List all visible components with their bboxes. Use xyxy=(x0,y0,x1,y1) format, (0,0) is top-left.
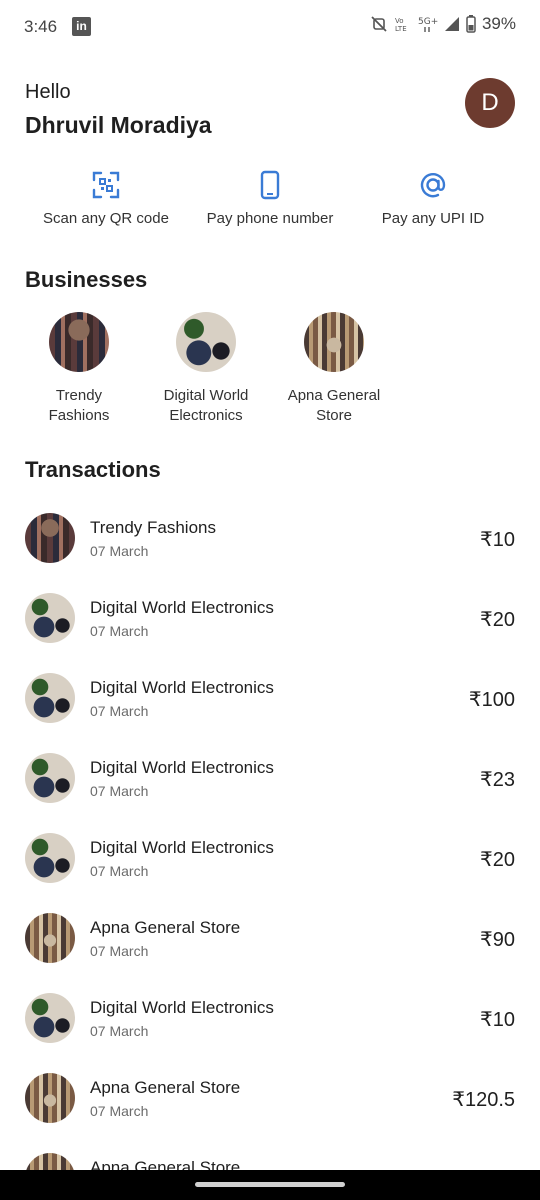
transaction-merchant-image xyxy=(25,993,75,1043)
status-bar: 3:46 in Vo LTE 5G+ 39% xyxy=(0,0,540,54)
business-item-digital-world-electronics[interactable]: Digital World Electronics xyxy=(146,312,266,426)
transaction-merchant-name: Digital World Electronics xyxy=(90,998,274,1017)
transactions-heading: Transactions xyxy=(25,457,161,482)
business-item-trendy-fashions[interactable]: Trendy Fashions xyxy=(19,312,139,426)
pay-upi-id-label: Pay any UPI ID xyxy=(381,210,485,227)
at-icon xyxy=(420,173,446,198)
battery-level: 39% xyxy=(481,14,516,33)
transaction-amount: ₹23 xyxy=(480,769,515,791)
business-label: Apna General Store xyxy=(287,387,381,424)
transaction-merchant-image xyxy=(25,1073,75,1123)
user-name: Dhruvil Moradiya xyxy=(25,112,212,138)
status-time: 3:46 xyxy=(24,17,58,36)
status-icons: Vo LTE 5G+ 39% xyxy=(370,14,516,34)
volte-icon: Vo LTE xyxy=(395,17,407,33)
transaction-date: 07 March xyxy=(90,783,149,799)
greeting-text: Hello xyxy=(25,81,71,103)
transaction-merchant-name: Trendy Fashions xyxy=(90,518,216,537)
transaction-amount: ₹100 xyxy=(468,689,515,711)
svg-text:5G+: 5G+ xyxy=(418,17,438,27)
transaction-merchant-image xyxy=(25,673,75,723)
transaction-amount: ₹10 xyxy=(480,1009,515,1031)
pay-phone-number-label: Pay phone number xyxy=(206,210,334,227)
transaction-row[interactable]: Digital World Electronics 07 March ₹23 xyxy=(0,737,540,817)
scan-qr-label: Scan any QR code xyxy=(43,210,169,227)
transaction-row[interactable]: Apna General Store 07 March ₹90 xyxy=(0,897,540,977)
transaction-date: 07 March xyxy=(90,623,149,639)
battery-icon xyxy=(466,15,476,33)
linkedin-notification-icon: in xyxy=(72,17,91,36)
transaction-merchant-name: Digital World Electronics xyxy=(90,838,274,857)
business-image xyxy=(304,312,364,372)
transaction-merchant-name: Digital World Electronics xyxy=(90,678,274,697)
transaction-date: 07 March xyxy=(90,1023,149,1039)
business-image xyxy=(49,312,109,372)
transaction-amount: ₹120.5 xyxy=(452,1089,515,1111)
transaction-date: 07 March xyxy=(90,863,149,879)
transaction-date: 07 March xyxy=(90,703,149,719)
transaction-merchant-name: Apna General Store xyxy=(90,918,241,937)
5g-icon: 5G+ xyxy=(418,17,438,32)
transaction-row[interactable]: Digital World Electronics 07 March ₹100 xyxy=(0,657,540,737)
businesses-heading: Businesses xyxy=(25,267,148,292)
transaction-merchant-image xyxy=(25,833,75,883)
transaction-amount: ₹90 xyxy=(480,929,515,951)
phone-icon xyxy=(260,170,280,200)
transaction-merchant-name: Digital World Electronics xyxy=(90,598,274,617)
transaction-merchant-image xyxy=(25,753,75,803)
business-label: Trendy Fashions xyxy=(48,387,110,424)
transaction-merchant-image xyxy=(25,513,75,563)
transactions-list: Trendy Fashions 07 March ₹10 Digital Wor… xyxy=(0,497,540,1200)
pay-phone-number-button[interactable]: Pay phone number xyxy=(198,170,342,227)
profile-avatar[interactable]: D xyxy=(465,78,515,128)
transaction-row[interactable]: Digital World Electronics 07 March ₹10 xyxy=(0,977,540,1057)
transaction-merchant-name: Digital World Electronics xyxy=(90,758,274,777)
transaction-date: 07 March xyxy=(90,543,149,559)
transaction-amount: ₹20 xyxy=(480,609,515,631)
signal-icon xyxy=(444,17,459,31)
business-item-apna-general-store[interactable]: Apna General Store xyxy=(274,312,394,426)
mute-icon xyxy=(371,16,387,32)
svg-text:Vo: Vo xyxy=(395,17,404,25)
transaction-merchant-name: Apna General Store xyxy=(90,1078,241,1097)
transaction-row[interactable]: Digital World Electronics 07 March ₹20 xyxy=(0,817,540,897)
scan-qr-button[interactable]: Scan any QR code xyxy=(38,170,174,227)
transaction-row[interactable]: Digital World Electronics 07 March ₹20 xyxy=(0,577,540,657)
navigation-bar xyxy=(0,1170,540,1200)
transaction-row[interactable]: Apna General Store 07 March ₹120.5 xyxy=(0,1057,540,1137)
transaction-merchant-image xyxy=(25,913,75,963)
home-gesture-handle[interactable] xyxy=(195,1182,345,1187)
transaction-amount: ₹10 xyxy=(480,529,515,551)
business-label: Digital World Electronics xyxy=(163,387,249,424)
transaction-amount: ₹20 xyxy=(480,849,515,871)
transaction-row[interactable]: Trendy Fashions 07 March ₹10 xyxy=(0,497,540,577)
transaction-date: 07 March xyxy=(90,1103,149,1119)
qr-scan-icon xyxy=(92,171,120,199)
transaction-merchant-image xyxy=(25,593,75,643)
business-image xyxy=(176,312,236,372)
transaction-date: 07 March xyxy=(90,943,149,959)
svg-text:LTE: LTE xyxy=(395,25,407,33)
pay-upi-id-button[interactable]: Pay any UPI ID xyxy=(374,170,492,227)
